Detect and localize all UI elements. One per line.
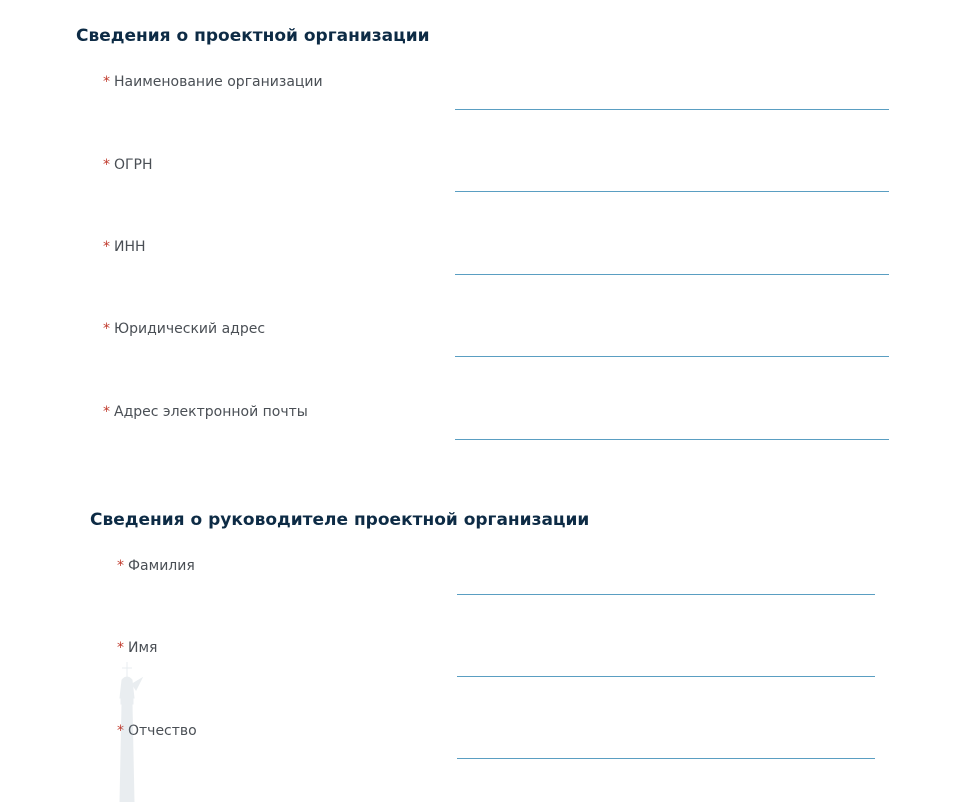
first-name-input[interactable] (457, 651, 875, 677)
tower-watermark-icon (119, 662, 144, 802)
field-label-surname: * Фамилия (117, 558, 195, 574)
required-mark: * (103, 239, 110, 255)
required-mark: * (103, 321, 110, 337)
field-label-email: * Адрес электронной почты (103, 404, 308, 420)
required-mark: * (117, 558, 124, 574)
form-page: Сведения о проектной организации * Наимен… (0, 0, 974, 802)
field-label-first-name: * Имя (117, 640, 157, 656)
org-name-input[interactable] (455, 84, 889, 110)
ogrn-input[interactable] (455, 166, 889, 192)
section-title-organization: Сведения о проектной организации (76, 26, 430, 46)
inn-input[interactable] (455, 249, 889, 275)
required-mark: * (103, 404, 110, 420)
label-text: Юридический адрес (114, 321, 266, 337)
label-text: Наименование организации (114, 74, 323, 90)
label-text: ИНН (114, 239, 146, 255)
required-mark: * (103, 157, 110, 173)
label-text: Фамилия (128, 558, 195, 574)
required-mark: * (117, 640, 124, 656)
required-mark: * (103, 74, 110, 90)
section-title-head: Сведения о руководителе проектной органи… (90, 510, 590, 530)
field-label-org-name: * Наименование организации (103, 74, 323, 90)
field-label-legal-address: * Юридический адрес (103, 321, 265, 337)
patronymic-input[interactable] (457, 733, 875, 759)
field-label-ogrn: * ОГРН (103, 157, 153, 173)
label-text: ОГРН (114, 157, 153, 173)
legal-address-input[interactable] (455, 331, 889, 357)
field-label-inn: * ИНН (103, 239, 146, 255)
surname-input[interactable] (457, 569, 875, 595)
email-input[interactable] (455, 414, 889, 440)
label-text: Имя (128, 640, 158, 656)
label-text: Адрес электронной почты (114, 404, 308, 420)
